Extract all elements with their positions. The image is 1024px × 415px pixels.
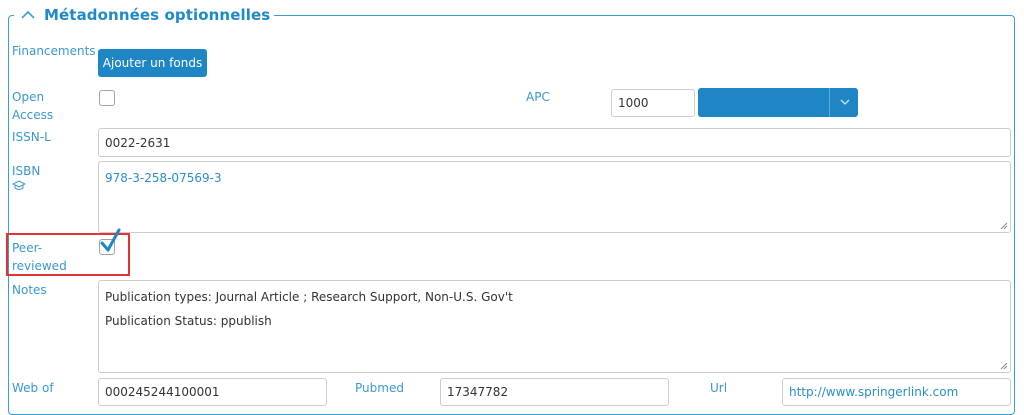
issn-l-label: ISSN-L xyxy=(12,130,51,144)
chevron-up-icon[interactable] xyxy=(18,4,38,26)
apc-currency-select[interactable] xyxy=(698,88,858,117)
section-title: Métadonnées optionnelles xyxy=(44,6,271,24)
funding-label: Financements xyxy=(12,44,96,58)
peer-reviewed-label-line2: reviewed xyxy=(12,259,67,273)
open-access-label-line1: Open xyxy=(12,90,45,104)
section-legend[interactable]: Métadonnées optionnelles xyxy=(14,4,275,26)
isbn-textarea[interactable]: 978-3-258-07569-3 xyxy=(98,161,1011,233)
notes-line: Publication types: Journal Article ; Res… xyxy=(105,290,513,304)
notes-textarea[interactable]: Publication types: Journal Article ; Res… xyxy=(98,280,1011,373)
resize-handle-icon[interactable] xyxy=(1000,222,1008,230)
issn-l-input[interactable]: 0022-2631 xyxy=(98,128,1011,157)
checkmark-icon xyxy=(100,228,121,252)
isbn-label: ISBN xyxy=(12,164,41,178)
url-label: Url xyxy=(710,381,728,395)
notes-label: Notes xyxy=(12,283,47,297)
web-of-science-label: Web of xyxy=(12,381,54,395)
apc-label: APC xyxy=(526,90,550,104)
open-access-label: Open Access xyxy=(12,88,53,124)
add-fund-button[interactable]: Ajouter un fonds xyxy=(98,49,207,77)
open-access-label-line2: Access xyxy=(12,108,54,122)
pubmed-input[interactable]: 17347782 xyxy=(440,378,669,406)
graduation-cap-icon xyxy=(12,180,26,190)
peer-reviewed-label: Peer- reviewed xyxy=(12,239,67,275)
resize-handle-icon[interactable] xyxy=(1000,362,1008,370)
isbn-value: 978-3-258-07569-3 xyxy=(105,171,222,185)
peer-reviewed-label-line1: Peer- xyxy=(12,241,43,255)
select-separator xyxy=(829,88,830,117)
open-access-checkbox[interactable] xyxy=(99,90,115,106)
pubmed-label: Pubmed xyxy=(355,381,404,395)
chevron-down-icon xyxy=(840,99,850,105)
apc-amount-input[interactable]: 1000 xyxy=(611,89,695,117)
notes-line: Publication Status: ppublish xyxy=(105,314,272,328)
web-of-science-input[interactable]: 000245244100001 xyxy=(98,378,327,406)
url-input[interactable]: http://www.springerlink.com xyxy=(782,378,1011,406)
